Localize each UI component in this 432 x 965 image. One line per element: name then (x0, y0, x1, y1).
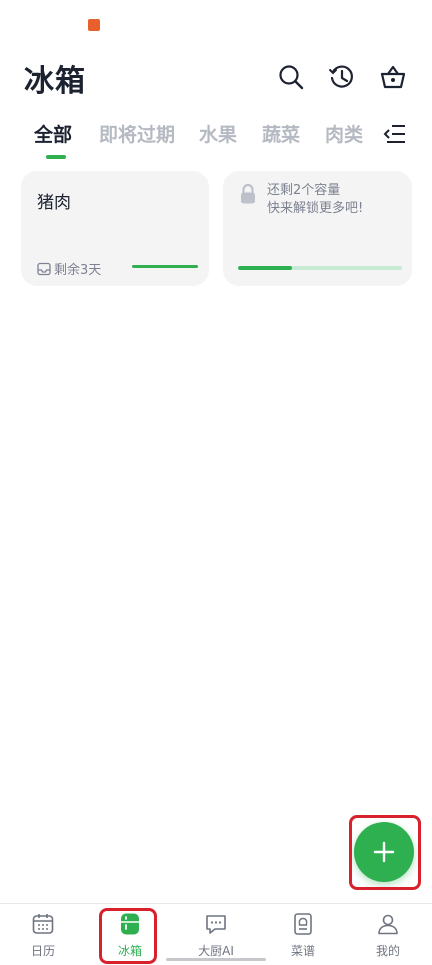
nav-item-profile[interactable]: 我的 (348, 912, 428, 959)
status-bar (0, 0, 432, 44)
notification-app-icon (88, 19, 100, 31)
food-card[interactable]: 猪肉 剩余3天 (21, 171, 209, 286)
history-icon[interactable] (327, 62, 357, 92)
tray-icon (37, 262, 51, 275)
calendar-icon (32, 914, 54, 934)
nav-label-recipes: 菜谱 (290, 944, 315, 958)
active-tab-indicator (46, 155, 66, 159)
lock-icon (239, 183, 257, 205)
nav-label-calendar: 日历 (30, 944, 55, 958)
nav-label-chef-ai: 大厨AI (198, 944, 234, 958)
tab-meat[interactable]: 肉类 (325, 120, 363, 147)
unlock-prompt: 还剩2个容量 快来解锁更多吧! (267, 182, 363, 218)
tab-vegetables[interactable]: 蔬菜 (262, 120, 300, 147)
remaining-days: 剩余3天 (37, 259, 101, 278)
capacity-remaining-text: 还剩2个容量 (267, 183, 341, 198)
page-title: 冰箱 (24, 64, 86, 99)
remaining-days-label: 剩余3天 (54, 263, 102, 278)
nav-item-recipes[interactable]: 菜谱 (263, 912, 343, 959)
home-indicator (166, 958, 266, 961)
freshness-bar (132, 265, 198, 268)
bottom-navigation: 日历 冰箱 大厨AI 菜谱 我的 (0, 903, 432, 965)
tab-expiring[interactable]: 即将过期 (99, 120, 175, 147)
capacity-progress-fill (238, 266, 293, 270)
nav-item-calendar[interactable]: 日历 (3, 912, 83, 959)
nav-label-profile: 我的 (375, 944, 400, 958)
recipe-icon (294, 913, 312, 935)
nav-item-chef-ai[interactable]: 大厨AI (176, 912, 256, 959)
unlock-more-text: 快来解锁更多吧! (267, 201, 364, 216)
tab-fruit[interactable]: 水果 (199, 120, 237, 147)
locked-capacity-card[interactable]: 还剩2个容量 快来解锁更多吧! (223, 171, 412, 286)
profile-icon (378, 914, 398, 935)
capacity-progress-track (238, 266, 402, 270)
category-menu-icon[interactable] (383, 123, 407, 145)
basket-icon[interactable] (378, 62, 408, 92)
highlight-box-add-button (349, 815, 421, 890)
chat-icon (206, 915, 226, 934)
search-icon[interactable] (276, 62, 306, 92)
food-name: 猪肉 (37, 193, 71, 213)
highlight-box-fridge-tab (99, 908, 157, 964)
tab-all[interactable]: 全部 (34, 120, 72, 147)
